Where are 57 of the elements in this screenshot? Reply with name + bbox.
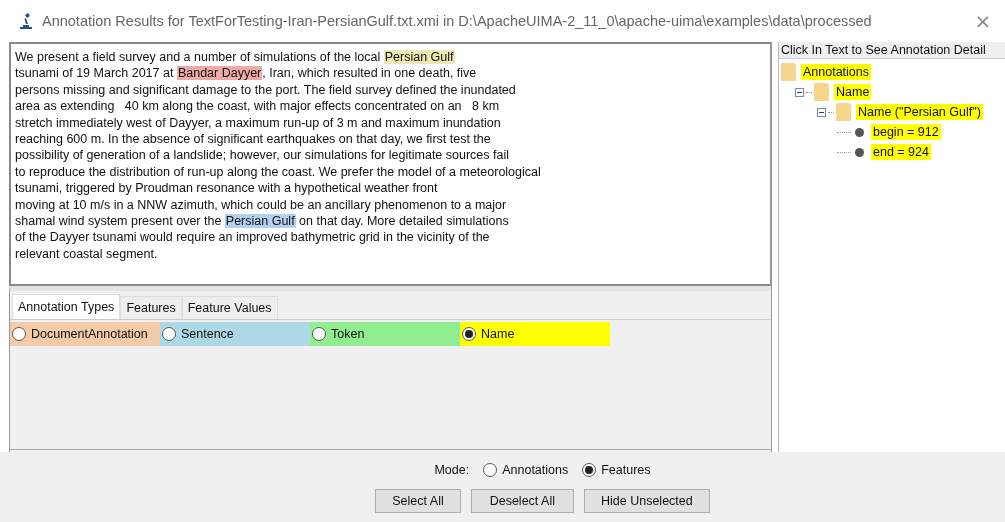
tree-item[interactable]: Name ("Persian Gulf") [856,104,983,120]
annotation-type-option[interactable]: Token [310,322,460,346]
folder-icon [836,103,851,121]
document-text: area as extending 40 km along the coast, with major effects concentrated on an 8 km [15,99,500,114]
annotation-type-label: Token [331,327,365,341]
document-text: to reproduce the distribution of run-up along the coast. We prefer the model of a meteorological [15,164,541,179]
collapse-icon[interactable] [795,87,804,97]
action-button[interactable]: Hide Unselected [584,489,710,513]
document-text: relevant coastal segment. [15,246,158,261]
tab[interactable]: Features [120,296,182,319]
window-title: Annotation Results for TextForTesting-Iran-PersianGulf.txt.xmi in D:\ApacheUIMA-2_11_0\apache-uima\examples\data\processed [42,13,873,29]
node-icon [855,147,864,157]
radio-button[interactable] [462,327,476,341]
panel-header: Click In Text to See Annotation Detail [779,42,1005,59]
document-text: persons missing and significant damage to the port. The field survey defined the inundated [15,82,516,97]
document-text: possibility of generation of a landslide; however, our simulations for legitimate sources fail [15,148,509,163]
highlighted-text[interactable]: Bandar Dayyer [176,66,263,81]
tree-item[interactable]: Name [834,84,872,100]
tab[interactable]: Annotation Types [12,294,121,319]
collapse-icon[interactable] [817,107,826,117]
action-button[interactable]: Select All [375,489,461,513]
node-icon [855,127,864,137]
document-text: shamal wind system present over the [15,213,223,228]
folder-icon [814,83,829,101]
document-text: reaching 600 m. In the absence of significant earthquakes on that day, we first test the [15,131,491,146]
radio-label[interactable]: Features [601,463,651,477]
highlighted-text[interactable]: Persian Gulf [383,50,455,64]
tree-item[interactable]: Annotations [801,64,872,80]
radio-button[interactable] [312,327,326,341]
radio-button[interactable] [12,327,26,341]
document-text: of the Dayyer tsunami would require an improved bathymetric grid in the vicinity of the [15,230,490,245]
tree-item[interactable]: end = 924 [871,144,931,160]
microscope-icon [18,13,34,29]
tab[interactable]: Feature Values [181,296,278,319]
radio-button[interactable] [483,463,498,477]
document-text: tsunami of 19 March 2017 at [15,66,175,81]
document-text: stretch immediately west of Dayyer, a maximum run-up of 3 m and maximum inundation [15,115,501,130]
radio-button[interactable] [582,463,597,477]
close-button[interactable]: × [961,6,1005,36]
annotation-type-option[interactable]: DocumentAnnotation [10,322,160,346]
document-text: We present a field survey and a number of simulations of the local [15,50,382,64]
document-text: , Iran, which resulted in one death, five [262,66,477,81]
document-text: on that day. More detailed simulations [298,213,509,228]
annotation-type-label: DocumentAnnotation [31,327,148,341]
annotation-type-label: Sentence [181,327,234,341]
highlighted-text[interactable]: Persian Gulf [224,213,296,228]
radio-button[interactable] [162,327,176,341]
document-text: tsunami, triggered by Proudman resonance with a hypothetical weather front [15,181,438,196]
annotation-type-label: Name [481,327,515,341]
radio-label[interactable]: Annotations [502,463,569,477]
annotation-type-option[interactable]: Sentence [160,322,310,346]
action-button[interactable]: Deselect All [470,489,574,513]
folder-icon [781,63,796,81]
mode-label: Mode: [434,463,470,477]
tree-item[interactable]: begin = 912 [871,124,941,140]
annotation-type-option[interactable]: Name [460,322,610,346]
document-text: moving at 10 m/s in a NNW azimuth, which could be an ancillary phenomenon to a major [15,197,507,212]
